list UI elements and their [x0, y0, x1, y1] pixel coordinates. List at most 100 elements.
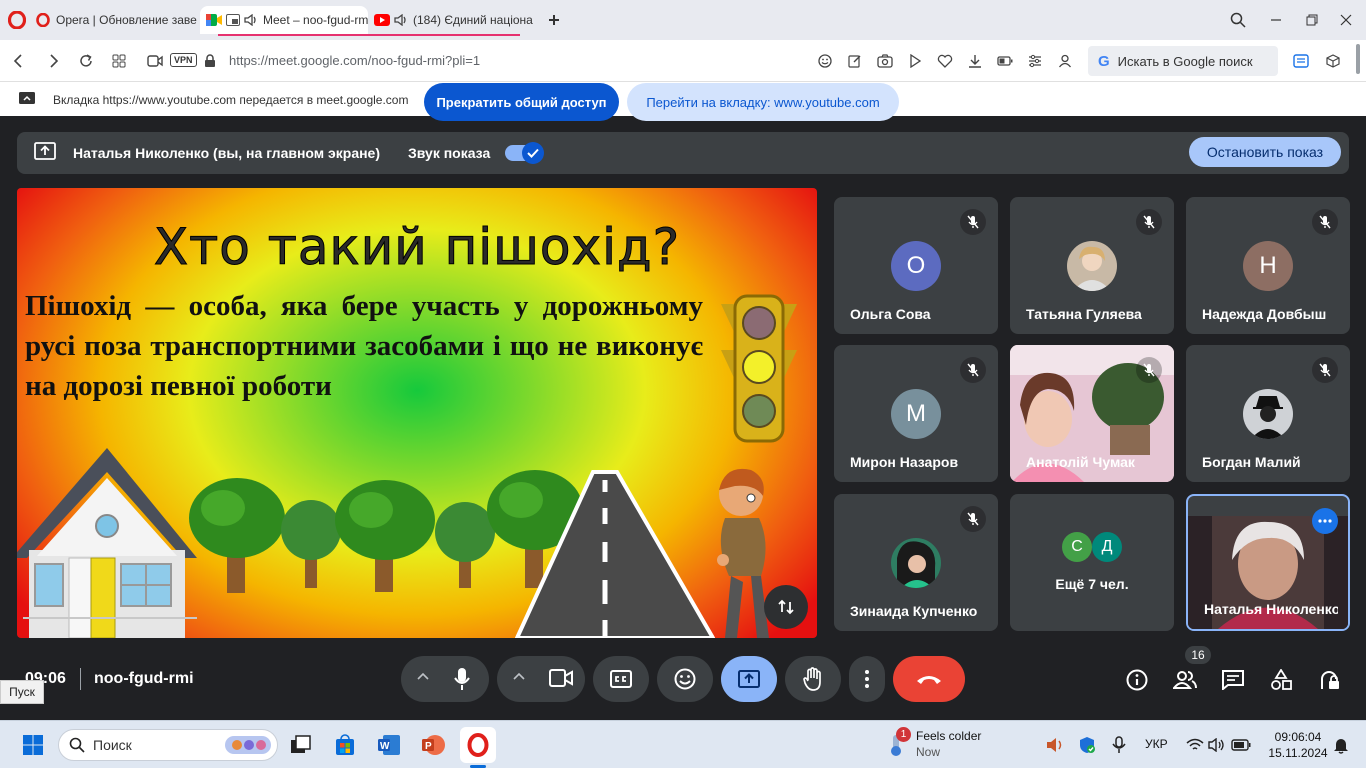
emoji-icon	[674, 668, 696, 690]
hand-icon	[803, 667, 821, 691]
edit-icon[interactable]	[845, 51, 865, 71]
opera-taskbar-icon[interactable]	[460, 727, 496, 763]
participant-tile[interactable]: М Мирон Назаров	[834, 345, 998, 482]
swap-icon	[778, 599, 794, 615]
pip-icon[interactable]	[226, 14, 240, 26]
sidebar-toggle-icon[interactable]	[1291, 51, 1311, 71]
new-tab-icon[interactable]	[544, 10, 564, 30]
captions-button[interactable]	[593, 656, 649, 702]
microphone-tray-icon[interactable]	[1104, 730, 1134, 760]
start-tooltip: Пуск	[0, 680, 44, 704]
speed-dial-icon[interactable]	[109, 51, 129, 71]
youtube-tab-icon	[374, 14, 390, 26]
search-highlight-icon	[225, 734, 271, 756]
hangup-icon	[917, 676, 941, 684]
vpn-badge[interactable]: VPN	[170, 53, 197, 67]
opera-logo-icon[interactable]	[8, 11, 26, 29]
audio-options-chevron-icon[interactable]	[417, 672, 429, 680]
participant-tile[interactable]: Зинаида Купченко	[834, 494, 998, 631]
activities-icon[interactable]	[1267, 666, 1295, 694]
people-icon[interactable]	[1171, 666, 1199, 694]
task-view-icon[interactable]	[286, 730, 316, 760]
more-participants-tile[interactable]: С Д Ещё 7 чел.	[1010, 494, 1174, 631]
security-icon[interactable]	[1072, 730, 1102, 760]
close-icon[interactable]	[1336, 10, 1356, 30]
meeting-info-icon[interactable]	[1123, 666, 1151, 694]
url-field[interactable]: https://meet.google.com/noo-fgud-rmi?pli…	[229, 53, 480, 68]
svg-text:W: W	[380, 741, 390, 752]
tab-search-icon[interactable]	[1228, 10, 1248, 30]
google-search-placeholder: Искать в Google поиск	[1117, 53, 1253, 69]
mic-off-icon	[1312, 209, 1338, 235]
go-to-tab-button[interactable]: Перейти на вкладку: www.youtube.com	[627, 83, 899, 121]
back-icon[interactable]	[8, 51, 28, 71]
speaker-icon[interactable]	[394, 14, 408, 26]
store-icon[interactable]	[330, 730, 360, 760]
taskbar-search-field[interactable]: Поиск	[58, 729, 278, 761]
tab-opera-update[interactable]: Opera | Обновление заве	[32, 6, 200, 34]
tab-meet[interactable]: Meet – noo-fgud-rmi	[200, 6, 368, 34]
stop-sharing-button[interactable]: Прекратить общий доступ	[424, 83, 619, 121]
reactions-button[interactable]	[657, 656, 713, 702]
mic-off-icon	[960, 209, 986, 235]
slide-body: Пішохід — особа, яка бере участь у дорож…	[25, 290, 703, 402]
system-clock[interactable]: 09:06:04 15.11.2024	[1266, 729, 1330, 761]
profile-icon[interactable]	[1055, 51, 1075, 71]
active-tab-underline	[218, 34, 520, 36]
self-tile[interactable]: Наталья Николенко	[1186, 494, 1350, 631]
lock-icon[interactable]	[200, 51, 220, 71]
more-options-icon[interactable]	[1312, 508, 1338, 534]
presentation-bar: Наталья Николенко (вы, на главном экране…	[17, 132, 1349, 174]
heart-icon[interactable]	[935, 51, 955, 71]
weather-widget[interactable]: 1 Feels colder Now	[886, 727, 996, 761]
download-icon[interactable]	[965, 51, 985, 71]
language-indicator[interactable]: УКР	[1145, 737, 1168, 751]
minimize-icon[interactable]	[1266, 10, 1286, 30]
easy-setup-icon[interactable]	[1025, 51, 1045, 71]
restore-icon[interactable]	[1302, 10, 1322, 30]
mic-off-icon	[960, 357, 986, 383]
snapshot-icon[interactable]	[875, 51, 895, 71]
battery-icon[interactable]	[1226, 730, 1256, 760]
scrollbar-handle[interactable]	[1356, 44, 1360, 74]
volume-tray-icon[interactable]	[1040, 730, 1070, 760]
avatar	[891, 538, 941, 588]
reload-icon[interactable]	[76, 51, 96, 71]
tab-label: (184) Єдиний націона	[413, 13, 533, 27]
word-icon[interactable]: W	[374, 730, 404, 760]
present-button[interactable]	[721, 656, 777, 702]
video-options-chevron-icon[interactable]	[513, 672, 525, 680]
tab-youtube[interactable]: (184) Єдиний націона	[370, 6, 536, 34]
windows-start-icon[interactable]	[18, 730, 48, 760]
camera-status-icon[interactable]	[145, 51, 165, 71]
speaker-icon[interactable]	[244, 14, 258, 26]
powerpoint-icon[interactable]: P	[418, 730, 448, 760]
forward-icon[interactable]	[44, 51, 64, 71]
opera-tab-icon	[36, 13, 50, 27]
participant-tile[interactable]: Богдан Малий	[1186, 345, 1350, 482]
avatar	[1243, 389, 1293, 439]
participant-tile[interactable]: О Ольга Сова	[834, 197, 998, 334]
swap-view-button[interactable]	[764, 585, 808, 629]
check-icon[interactable]	[522, 142, 544, 164]
tab-share-bar: Вкладка https://www.youtube.com передает…	[0, 82, 1366, 121]
leave-call-button[interactable]	[893, 656, 965, 702]
emoji-icon[interactable]	[815, 51, 835, 71]
camera-button[interactable]	[549, 669, 573, 687]
player-icon[interactable]	[905, 51, 925, 71]
road-image	[515, 468, 715, 638]
participant-tile[interactable]: Анатолій Чумак	[1010, 345, 1174, 482]
raise-hand-button[interactable]	[785, 656, 841, 702]
chat-icon[interactable]	[1219, 666, 1247, 694]
notifications-icon[interactable]	[1326, 730, 1356, 760]
participant-tile[interactable]: Н Надежда Довбыш	[1186, 197, 1350, 334]
stop-presenting-button[interactable]: Остановить показ	[1189, 137, 1341, 167]
battery-saver-icon[interactable]	[995, 51, 1015, 71]
more-options-button[interactable]	[849, 656, 885, 702]
host-controls-icon[interactable]	[1315, 666, 1343, 694]
participant-tile[interactable]: Татьяна Гуляева	[1010, 197, 1174, 334]
extensions-icon[interactable]	[1323, 51, 1343, 71]
google-search-field[interactable]: G Искать в Google поиск	[1088, 46, 1278, 76]
microphone-button[interactable]	[453, 667, 471, 691]
share-audio-label: Звук показа	[408, 145, 491, 161]
